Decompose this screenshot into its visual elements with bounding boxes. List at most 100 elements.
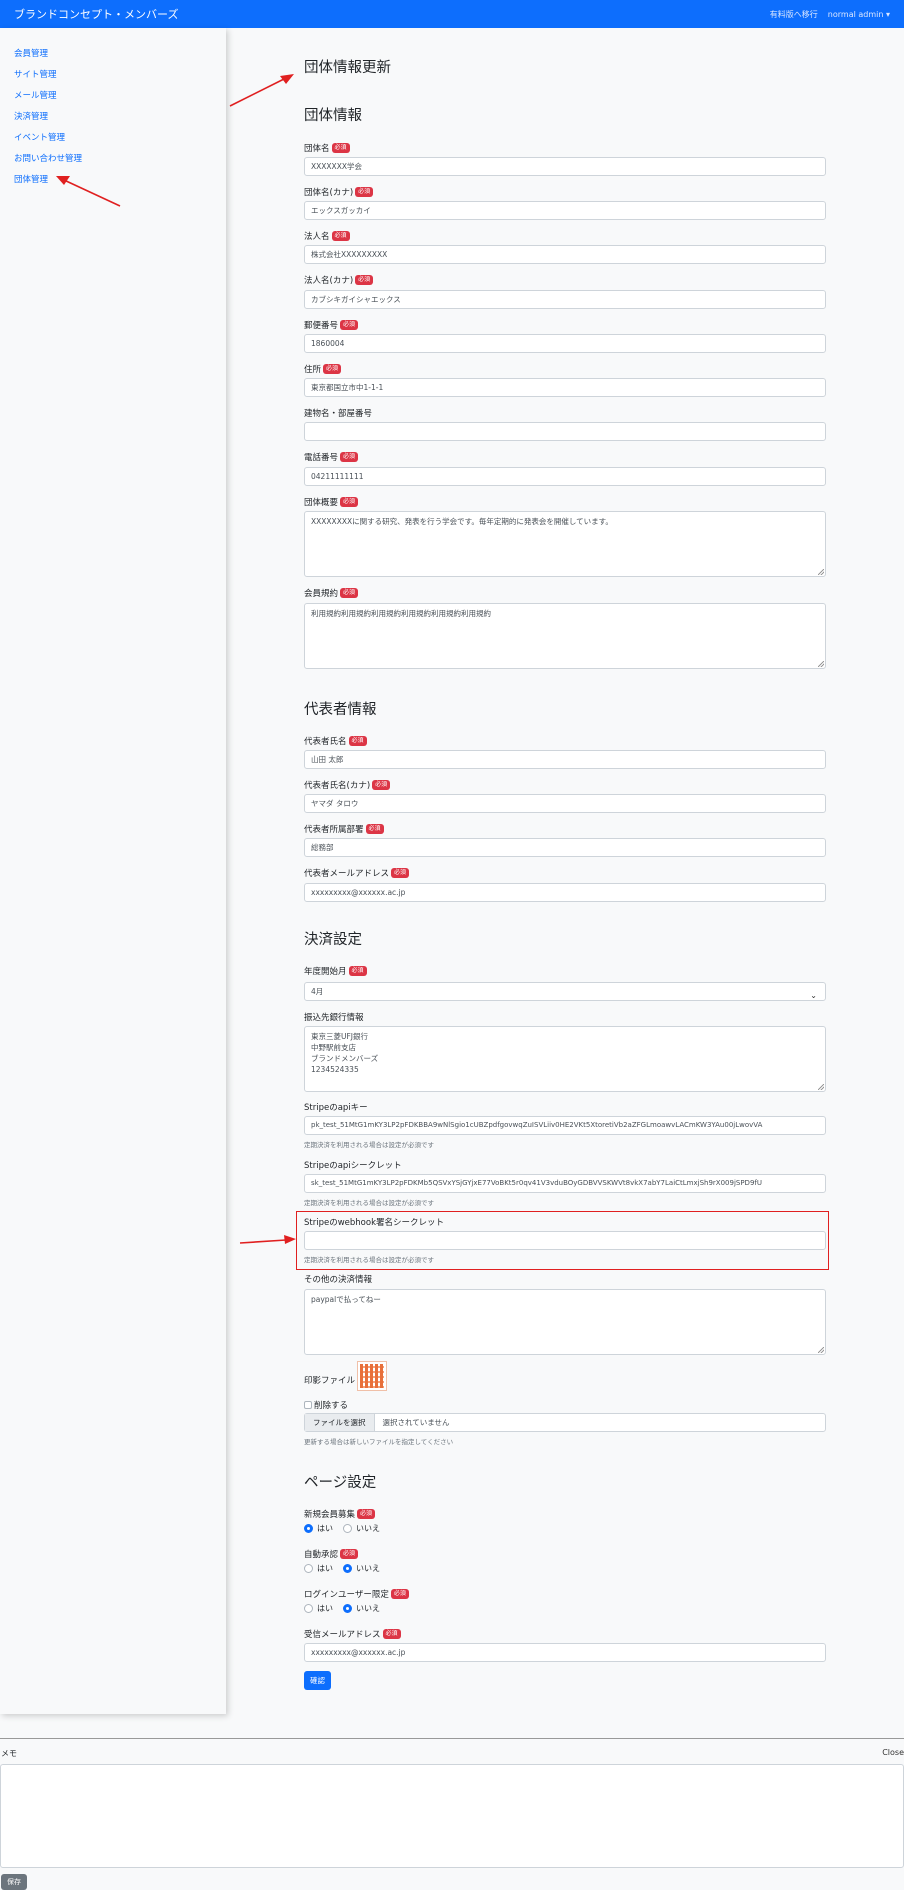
user-menu[interactable]: normal admin ▾ [828,10,890,19]
paid-plan-link[interactable]: 有料版へ移行 [770,9,818,20]
required-badge: 必須 [372,780,391,790]
stripe-key-label: Stripeのapiキー [304,1103,368,1113]
seal-file-input[interactable]: ファイルを選択 選択されていません [304,1413,826,1432]
confirm-button[interactable]: 確認 [304,1671,331,1690]
page-settings-heading: ページ設定 [304,1475,377,1491]
sidebar-item-event[interactable]: イベント管理 [0,128,226,149]
required-badge: 必須 [357,1509,376,1519]
user-name: normal admin [827,9,884,19]
sidebar-item-mail[interactable]: メール管理 [0,86,226,107]
rep-name-input[interactable]: 山田 太郎 [304,750,826,769]
stripe-secret-input[interactable]: sk_test_51MtG1mKY3LP2pFDKMb5QSVxYSjGYjxE… [304,1174,826,1193]
rep-kana-label: 代表者氏名(カナ) 必須 [304,779,391,791]
signup-radio-group: はい いいえ [304,1523,380,1534]
corp-kana-label: 法人名(カナ) 必須 [304,274,374,286]
sidebar-item-inquiry[interactable]: お問い合わせ管理 [0,149,226,170]
summary-label: 団体概要 必須 [304,496,359,508]
seal-file-label: 印影ファイル [304,1376,356,1386]
memo-textarea[interactable] [0,1764,904,1868]
webhook-secret-label: Stripeのwebhook署名シークレット [304,1218,444,1228]
top-navbar: ブランドコンセプト・メンバーズ 有料版へ移行 normal admin ▾ [0,0,904,28]
tel-input[interactable]: 04211111111 [304,467,826,486]
webhook-secret-input[interactable] [304,1231,826,1250]
signup-no-radio[interactable] [343,1524,352,1533]
signup-label: 新規会員募集 必須 [304,1508,376,1520]
other-payment-label: その他の決済情報 [304,1275,373,1285]
page-title: 団体情報更新 [304,60,391,76]
memo-title: メモ [1,1749,17,1758]
required-badge: 必須 [391,868,410,878]
rep-email-label: 代表者メールアドレス 必須 [304,867,410,879]
navbar-right: 有料版へ移行 normal admin ▾ [770,9,890,20]
building-label: 建物名・部屋番号 [304,409,373,419]
auto-approve-label: 自動承認 必須 [304,1548,359,1560]
memo-panel: メモ Close 保存 [0,1738,904,1890]
rep-kana-input[interactable]: ヤマダ タロウ [304,794,826,813]
rep-email-input[interactable]: xxxxxxxxx@xxxxxx.ac.jp [304,883,826,902]
delete-checkbox-row[interactable]: 削除する [304,1399,348,1411]
auto-approve-no-radio[interactable] [343,1564,352,1573]
file-help: 更新する場合は新しいファイルを指定してください [304,1438,454,1446]
sidebar-item-site[interactable]: サイト管理 [0,65,226,86]
zip-input[interactable]: 1860004 [304,334,826,353]
address-input[interactable]: 東京都国立市中1-1-1 [304,378,826,397]
required-badge: 必須 [331,231,350,241]
checkbox-icon [304,1401,312,1409]
corp-name-label: 法人名 必須 [304,230,350,242]
tel-label: 電話番号 必須 [304,451,359,463]
required-badge: 必須 [340,588,359,598]
org-heading: 団体情報 [304,108,362,124]
sidebar-item-payment[interactable]: 決済管理 [0,107,226,128]
annotation-arrow-sidebar [56,176,121,207]
required-badge: 必須 [340,320,359,330]
zip-label: 郵便番号 必須 [304,319,359,331]
memo-save-button[interactable]: 保存 [1,1874,27,1890]
required-badge: 必須 [355,275,374,285]
choose-file-button[interactable]: ファイルを選択 [305,1414,375,1431]
required-badge: 必須 [382,1629,401,1639]
stripe-secret-help: 定期決済を利用される場合は設定が必須です [304,1199,434,1207]
chevron-down-icon: ⌄ [810,991,817,1000]
sidebar-item-members[interactable]: 会員管理 [0,44,226,65]
login-only-radio-group: はい いいえ [304,1603,380,1614]
fiscal-month-value: 4月 [311,987,324,996]
rules-textarea[interactable]: 利用規約利用規約利用規約利用規約利用規約利用規約 [304,603,826,669]
org-name-input[interactable]: XXXXXXX学会 [304,157,826,176]
memo-close-button[interactable]: Close [882,1748,904,1757]
file-status-text: 選択されていません [382,1418,450,1427]
address-label: 住所 必須 [304,363,342,375]
org-name-label: 団体名 必須 [304,142,350,154]
payment-heading: 決済設定 [304,932,362,948]
annotation-arrow-title [229,74,294,107]
bank-info-label: 振込先銀行情報 [304,1013,364,1023]
org-name-kana-label: 団体名(カナ) 必須 [304,186,374,198]
webhook-secret-help: 定期決済を利用される場合は設定が必須です [304,1256,434,1264]
auto-approve-radio-group: はい いいえ [304,1563,380,1574]
receive-email-label: 受信メールアドレス 必須 [304,1628,401,1640]
required-badge: 必須 [355,187,374,197]
login-only-no-radio[interactable] [343,1604,352,1613]
stripe-key-input[interactable]: pk_test_51MtG1mKY3LP2pFDKBBA9wNlSgio1cUB… [304,1116,826,1135]
org-name-kana-input[interactable]: エックスガッカイ [304,201,826,220]
fiscal-month-select[interactable]: 4月 ⌄ [304,982,826,1001]
signup-yes-radio[interactable] [304,1524,313,1533]
rep-dept-label: 代表者所属部署 必須 [304,823,384,835]
corp-kana-input[interactable]: カブシキガイシャエックス [304,290,826,309]
receive-email-input[interactable]: xxxxxxxxx@xxxxxx.ac.jp [304,1643,826,1662]
required-badge: 必須 [348,966,367,976]
brand-logo[interactable]: ブランドコンセプト・メンバーズ [14,6,178,22]
rep-name-label: 代表者氏名 必須 [304,735,367,747]
corp-name-input[interactable]: 株式会社XXXXXXXXX [304,245,826,264]
rep-dept-input[interactable]: 総務部 [304,838,826,857]
bank-info-textarea[interactable]: 東京三菱UFJ銀行 中野駅前支店 ブランドメンバーズ 1234524335 [304,1026,826,1092]
other-payment-textarea[interactable]: paypalで払ってねー [304,1289,826,1355]
required-badge: 必須 [340,497,359,507]
rules-label: 会員規約 必須 [304,587,359,599]
login-only-yes-radio[interactable] [304,1604,313,1613]
sidebar: 会員管理 サイト管理 メール管理 決済管理 イベント管理 お問い合わせ管理 団体… [0,28,226,1714]
stripe-key-help: 定期決済を利用される場合は設定が必須です [304,1141,434,1149]
summary-textarea[interactable]: XXXXXXXXに関する研究、発表を行う学会です。毎年定期的に発表会を開催してい… [304,511,826,577]
required-badge: 必須 [331,143,350,153]
building-input[interactable] [304,422,826,441]
auto-approve-yes-radio[interactable] [304,1564,313,1573]
